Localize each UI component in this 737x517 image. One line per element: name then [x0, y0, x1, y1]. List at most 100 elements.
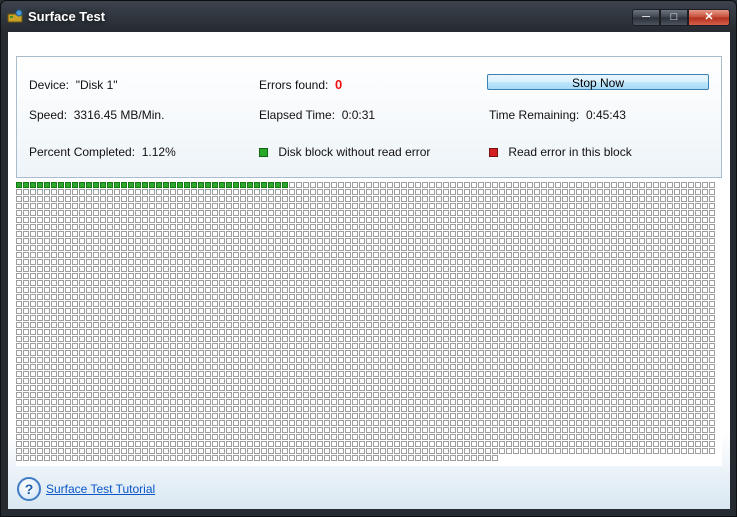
untested-block	[142, 203, 148, 209]
minimize-button[interactable]: ─	[632, 9, 660, 26]
untested-block	[79, 196, 85, 202]
untested-block	[177, 315, 183, 321]
untested-block	[121, 392, 127, 398]
untested-block	[359, 322, 365, 328]
untested-block	[429, 245, 435, 251]
untested-block	[443, 378, 449, 384]
untested-block	[289, 343, 295, 349]
untested-block	[380, 406, 386, 412]
untested-block	[289, 378, 295, 384]
untested-block	[23, 217, 29, 223]
untested-block	[366, 441, 372, 447]
untested-block	[415, 406, 421, 412]
untested-block	[415, 196, 421, 202]
untested-block	[639, 448, 645, 454]
untested-block	[604, 413, 610, 419]
untested-block	[254, 287, 260, 293]
untested-block	[597, 420, 603, 426]
untested-block	[464, 378, 470, 384]
untested-block	[16, 245, 22, 251]
untested-block	[380, 294, 386, 300]
untested-block	[492, 364, 498, 370]
untested-block	[268, 343, 274, 349]
untested-block	[499, 189, 505, 195]
untested-block	[401, 301, 407, 307]
stop-now-button[interactable]: Stop Now	[487, 74, 709, 90]
untested-block	[170, 252, 176, 258]
untested-block	[72, 259, 78, 265]
untested-block	[429, 196, 435, 202]
untested-block	[429, 259, 435, 265]
maximize-button[interactable]: □	[660, 9, 688, 26]
close-button[interactable]: ✕	[688, 9, 730, 26]
untested-block	[317, 266, 323, 272]
untested-block	[387, 413, 393, 419]
untested-block	[93, 420, 99, 426]
untested-block	[611, 329, 617, 335]
untested-block	[597, 392, 603, 398]
untested-block	[576, 210, 582, 216]
untested-block	[387, 427, 393, 433]
untested-block	[429, 203, 435, 209]
untested-block	[464, 301, 470, 307]
untested-block	[23, 329, 29, 335]
untested-block	[114, 364, 120, 370]
untested-block	[681, 259, 687, 265]
untested-block	[65, 231, 71, 237]
untested-block	[23, 196, 29, 202]
untested-block	[282, 364, 288, 370]
untested-block	[492, 308, 498, 314]
untested-block	[352, 252, 358, 258]
help-question-icon[interactable]: ?	[17, 477, 41, 501]
untested-block	[184, 301, 190, 307]
untested-block	[142, 455, 148, 461]
untested-block	[478, 238, 484, 244]
untested-block	[247, 252, 253, 258]
untested-block	[688, 203, 694, 209]
untested-block	[408, 252, 414, 258]
tutorial-link[interactable]: Surface Test Tutorial	[46, 482, 155, 496]
untested-block	[373, 287, 379, 293]
untested-block	[443, 434, 449, 440]
tested-block	[170, 182, 176, 188]
untested-block	[142, 217, 148, 223]
errors-label: Errors found:	[259, 78, 329, 92]
untested-block	[443, 329, 449, 335]
title-bar[interactable]: Surface Test ─ □ ✕	[1, 1, 736, 31]
untested-block	[30, 420, 36, 426]
untested-block	[576, 336, 582, 342]
untested-block	[156, 399, 162, 405]
red-block-icon	[489, 148, 498, 158]
untested-block	[373, 455, 379, 461]
untested-block	[79, 294, 85, 300]
untested-block	[576, 385, 582, 391]
untested-block	[261, 224, 267, 230]
untested-block	[79, 420, 85, 426]
untested-block	[170, 364, 176, 370]
untested-block	[65, 210, 71, 216]
untested-block	[562, 266, 568, 272]
untested-block	[401, 455, 407, 461]
untested-block	[688, 336, 694, 342]
untested-block	[198, 329, 204, 335]
untested-block	[51, 434, 57, 440]
untested-block	[65, 259, 71, 265]
untested-block	[401, 224, 407, 230]
untested-block	[422, 294, 428, 300]
untested-block	[415, 322, 421, 328]
untested-block	[37, 427, 43, 433]
untested-block	[394, 315, 400, 321]
untested-block	[373, 441, 379, 447]
untested-block	[527, 441, 533, 447]
untested-block	[429, 378, 435, 384]
untested-block	[317, 238, 323, 244]
untested-block	[37, 308, 43, 314]
untested-block	[142, 364, 148, 370]
untested-block	[499, 273, 505, 279]
untested-block	[471, 371, 477, 377]
untested-block	[499, 245, 505, 251]
untested-block	[219, 413, 225, 419]
untested-block	[639, 427, 645, 433]
untested-block	[660, 238, 666, 244]
untested-block	[401, 238, 407, 244]
